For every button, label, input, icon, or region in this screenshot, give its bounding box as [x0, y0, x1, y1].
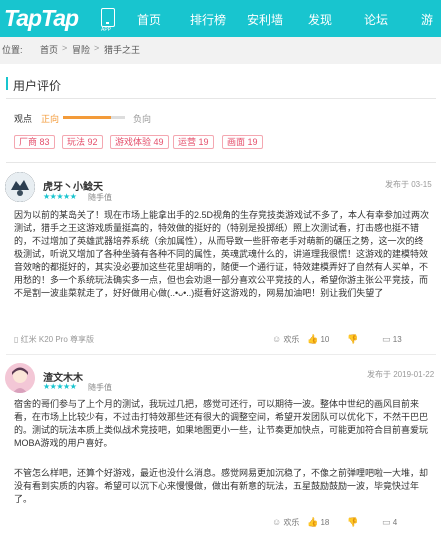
breadcrumb-prefix: 位置: — [2, 45, 23, 55]
downvote-button[interactable]: 👎 — [347, 334, 358, 345]
avatar[interactable] — [5, 363, 35, 393]
review-date: 发布于 2019-01-22 — [367, 370, 435, 379]
breadcrumb-separator: > — [94, 43, 100, 53]
breadcrumb: 位置: 首页 > 冒险 > 猎手之王 — [0, 43, 441, 57]
divider — [6, 162, 436, 163]
thumbs-down-icon: 👎 — [347, 334, 359, 344]
review-text: 宿舍的哥们参与了上个月的测试，我玩过几把，感觉可还行，可以期待一波。整体中世纪的… — [14, 399, 429, 448]
avatar[interactable] — [5, 172, 35, 202]
sentiment-bar-fill — [63, 116, 112, 119]
breadcrumb-home[interactable]: 首页 — [40, 43, 58, 56]
upvote-button[interactable]: 👍 18 — [307, 517, 329, 528]
nav-home[interactable]: 首页 — [137, 11, 161, 28]
negative-label: 负向 — [133, 114, 152, 124]
nav-discover[interactable]: 发现 — [308, 11, 332, 28]
review-date: 发布于 03-15 — [385, 180, 432, 189]
nav-games[interactable]: 游 — [421, 11, 433, 28]
upvote-button[interactable]: 👍 10 — [307, 334, 329, 345]
star-rating: ★★★★★ — [43, 382, 77, 391]
review-card: 用户评价 观点 正向 负向 厂商 83 玩法 92 游戏体验 49 运营 19 … — [0, 64, 441, 535]
thumbs-up-icon: 👍 — [307, 517, 319, 527]
play-label: 随手值 — [88, 383, 112, 392]
comment-icon: ▭ — [382, 517, 391, 527]
divider — [6, 354, 436, 355]
top-nav-bar: TapTap APP 首页 排行榜 安利墙 发现 论坛 游 — [0, 0, 441, 37]
sentiment-bar — [63, 116, 125, 119]
smile-icon: ☺ — [272, 334, 282, 344]
breadcrumb-adventure[interactable]: 冒险 — [72, 43, 90, 56]
star-rating: ★★★★★ — [43, 192, 77, 201]
thumbs-down-icon: 👎 — [347, 517, 359, 527]
reply-button[interactable]: ▭ 4 — [382, 517, 397, 528]
view-label: 观点 — [14, 114, 33, 124]
reply-button[interactable]: ▭ 13 — [382, 334, 402, 345]
nav-ranking[interactable]: 排行榜 — [190, 11, 226, 28]
positive-label: 正向 — [41, 114, 60, 124]
smile-icon: ☺ — [272, 517, 282, 527]
tag-vendor[interactable]: 厂商 83 — [14, 135, 55, 149]
nav-forum[interactable]: 论坛 — [364, 11, 388, 28]
section-accent-bar — [6, 77, 8, 90]
play-label: 随手值 — [88, 193, 112, 202]
tag-experience[interactable]: 游戏体验 49 — [110, 135, 169, 149]
breadcrumb-game[interactable]: 猎手之王 — [104, 43, 140, 56]
funny-button[interactable]: ☺ 欢乐 — [272, 517, 299, 528]
app-label: APP — [101, 27, 112, 33]
thumbs-up-icon: 👍 — [307, 334, 319, 344]
breadcrumb-separator: > — [62, 43, 68, 53]
tag-operation[interactable]: 运营 19 — [173, 135, 214, 149]
review-text-continued: 不管怎么样吧，还算个好游戏，最近也没什么消息。感觉网易更加沉稳了，不像之前弹哩吧… — [14, 468, 429, 504]
downvote-button[interactable]: 👎 — [347, 517, 358, 528]
nav-recommend-wall[interactable]: 安利墙 — [247, 11, 283, 28]
taptap-logo[interactable]: TapTap — [4, 5, 79, 32]
tag-gameplay[interactable]: 玩法 92 — [62, 135, 103, 149]
review-username[interactable]: 虎牙丶小鲶天 — [43, 178, 103, 193]
section-title: 用户评价 — [13, 79, 62, 93]
funny-button[interactable]: ☺ 欢乐 — [272, 334, 299, 345]
phone-icon: ▯ — [14, 335, 19, 344]
divider — [6, 98, 436, 99]
phone-app-icon[interactable]: APP — [101, 8, 115, 33]
review-text: 因为以前的某岛关了！现在市场上能拿出手的2.5D视角的生存竞技类游戏试不多了，本… — [14, 210, 430, 298]
tag-graphics[interactable]: 画面 19 — [222, 135, 263, 149]
comment-icon: ▭ — [382, 334, 391, 344]
device-label: ▯ 红米 K20 Pro 尊享版 — [14, 335, 94, 344]
